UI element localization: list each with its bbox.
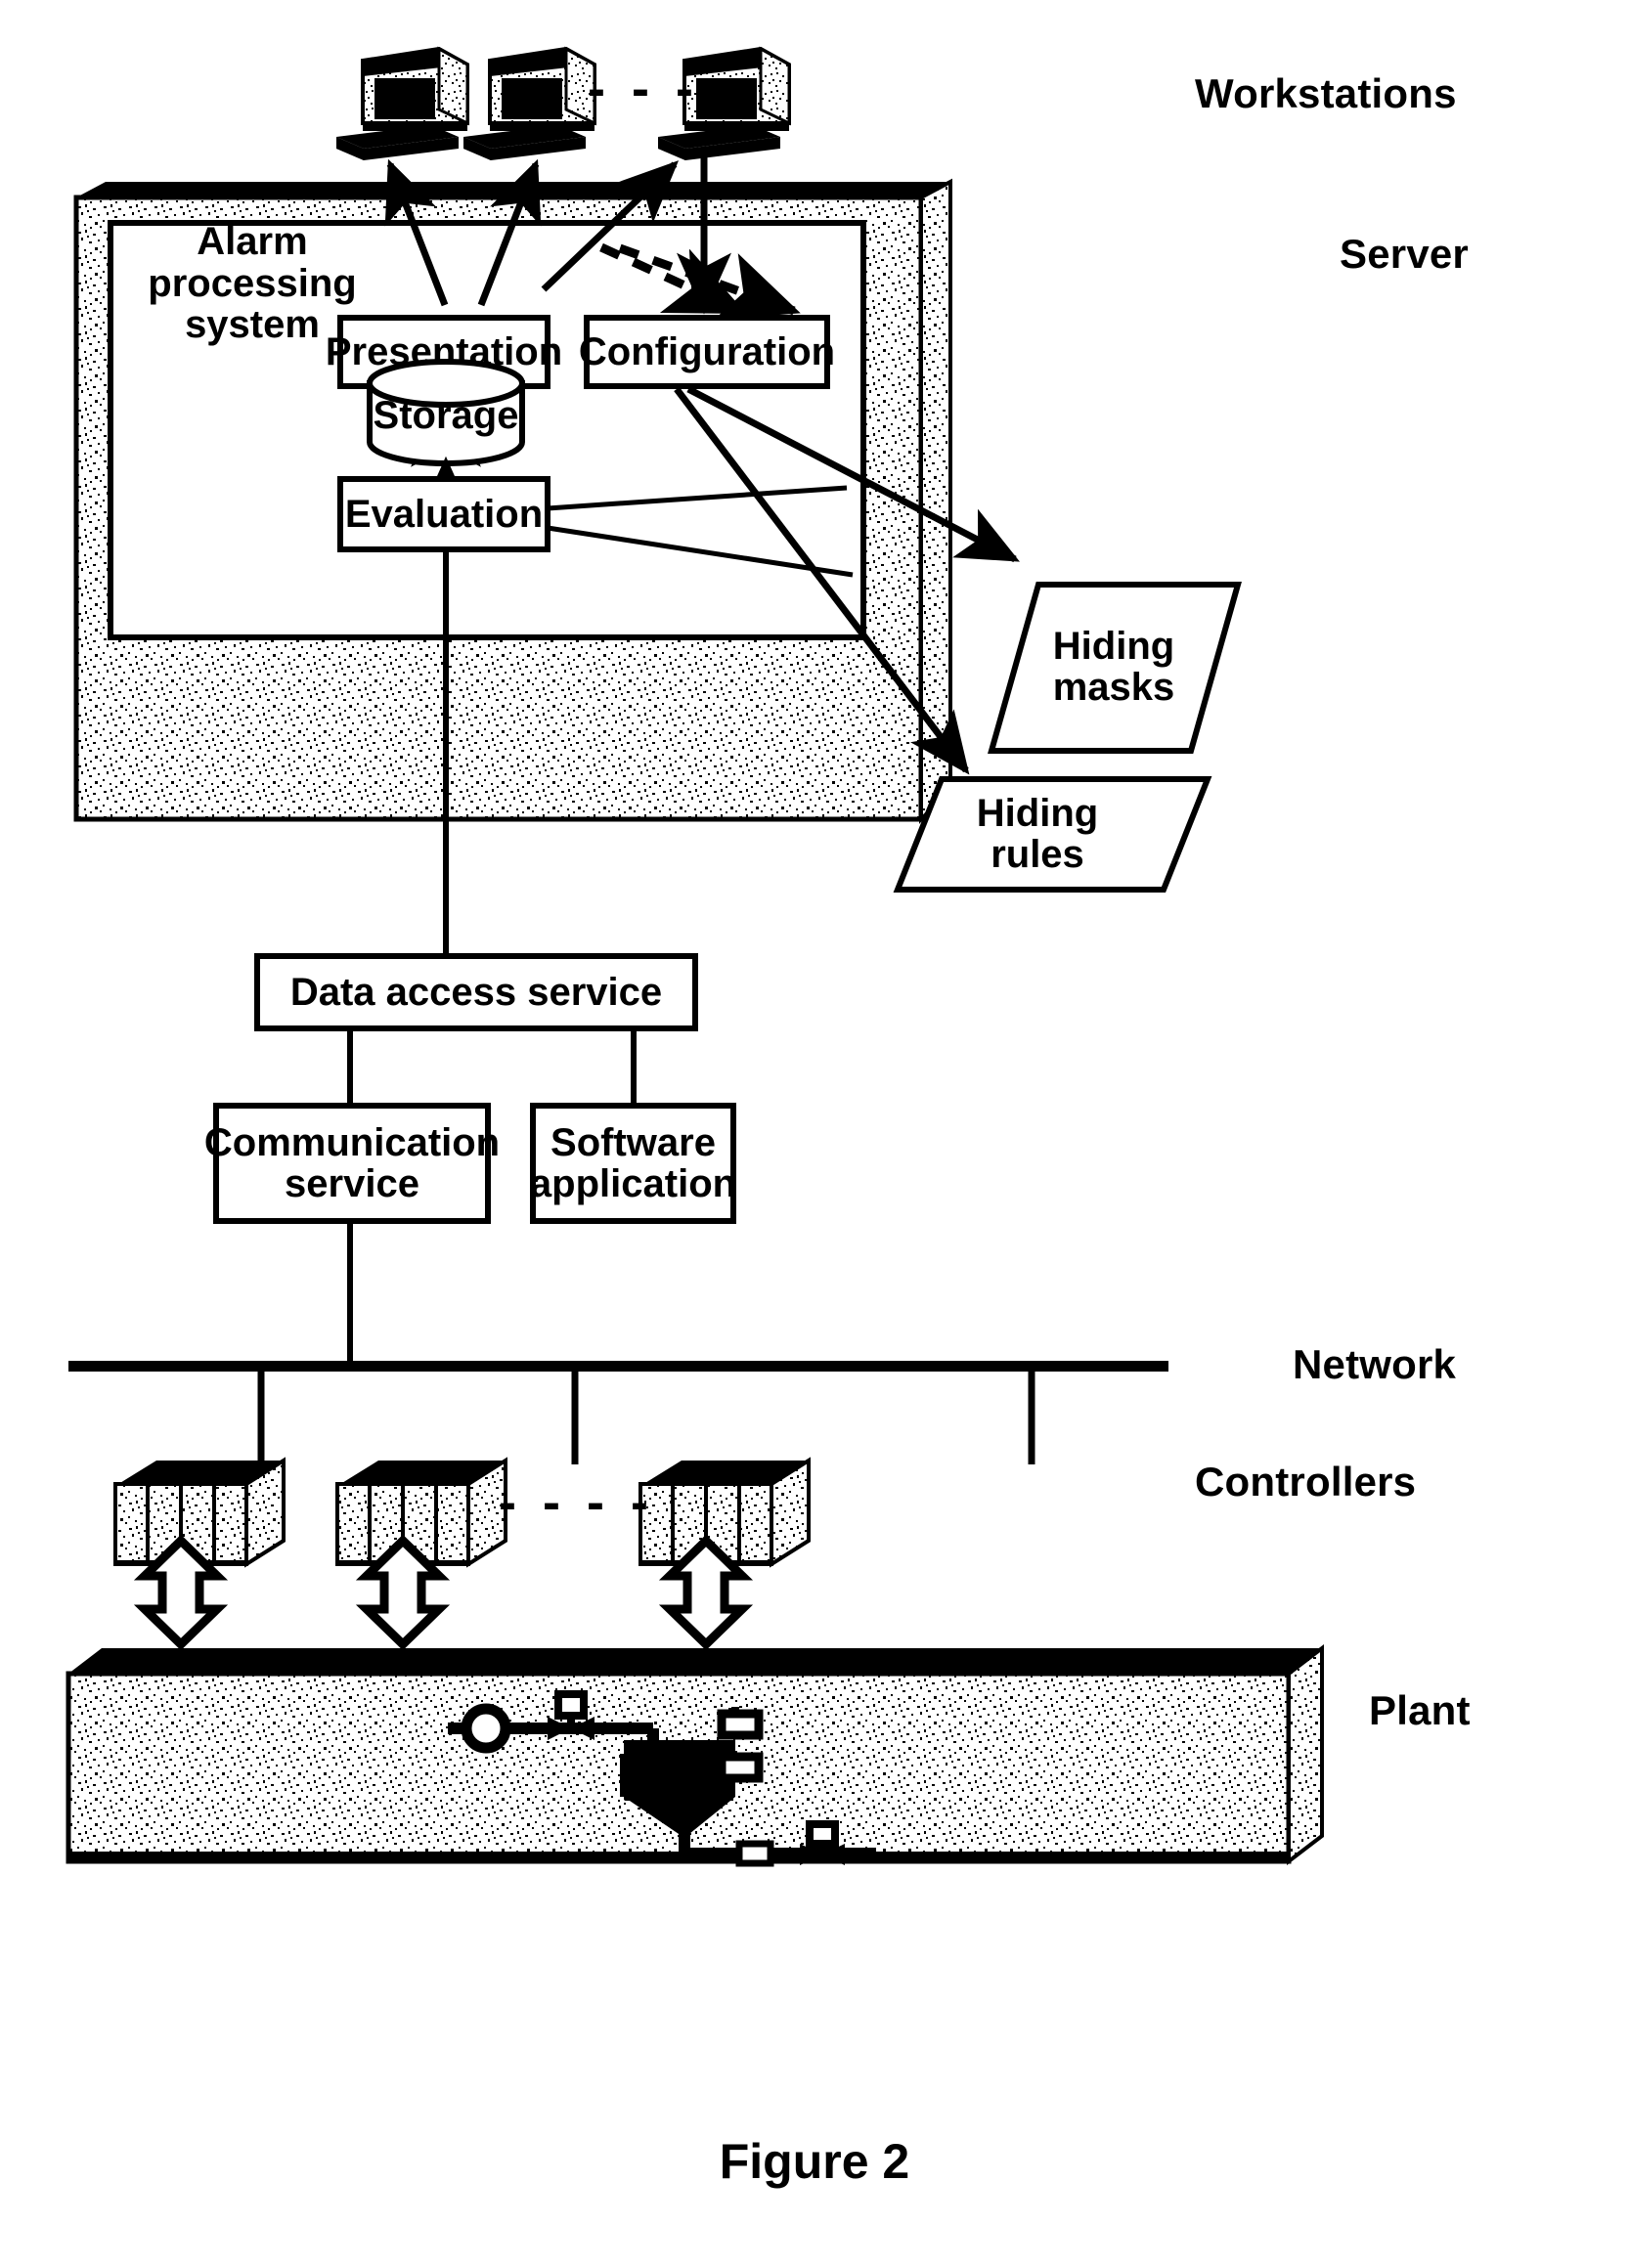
label-controllers: Controllers: [1195, 1459, 1417, 1505]
configuration-block[interactable]: [584, 315, 830, 389]
controllers-ellipsis: - - - -: [499, 1473, 654, 1532]
data-access-service-block[interactable]: [254, 953, 698, 1031]
workstation-icon-1: [336, 46, 469, 160]
label-server: Server: [1340, 231, 1469, 277]
software-application-block[interactable]: [530, 1103, 736, 1224]
controller-icon-2: [335, 1457, 507, 1568]
workstations-ellipsis: - - -: [588, 60, 699, 118]
network-bus: [68, 1361, 1168, 1372]
figure-caption: Figure 2: [719, 2134, 910, 2189]
label-workstations: Workstations: [1195, 70, 1457, 116]
diagram-vector-layer: [66, 46, 1324, 1867]
figure-canvas: Workstations Server Network Controllers …: [0, 0, 1629, 2268]
storage-cylinder[interactable]: [367, 359, 525, 466]
workstation-icon-2: [463, 46, 596, 160]
label-network: Network: [1293, 1341, 1457, 1387]
hiding-rules-block[interactable]: [893, 776, 1212, 893]
controller-icon-3: [638, 1457, 811, 1568]
label-plant: Plant: [1369, 1687, 1471, 1733]
evaluation-block[interactable]: [337, 476, 550, 552]
communication-service-block[interactable]: [213, 1103, 491, 1224]
hiding-masks-block[interactable]: [988, 582, 1242, 754]
controller-icon-1: [113, 1457, 286, 1568]
